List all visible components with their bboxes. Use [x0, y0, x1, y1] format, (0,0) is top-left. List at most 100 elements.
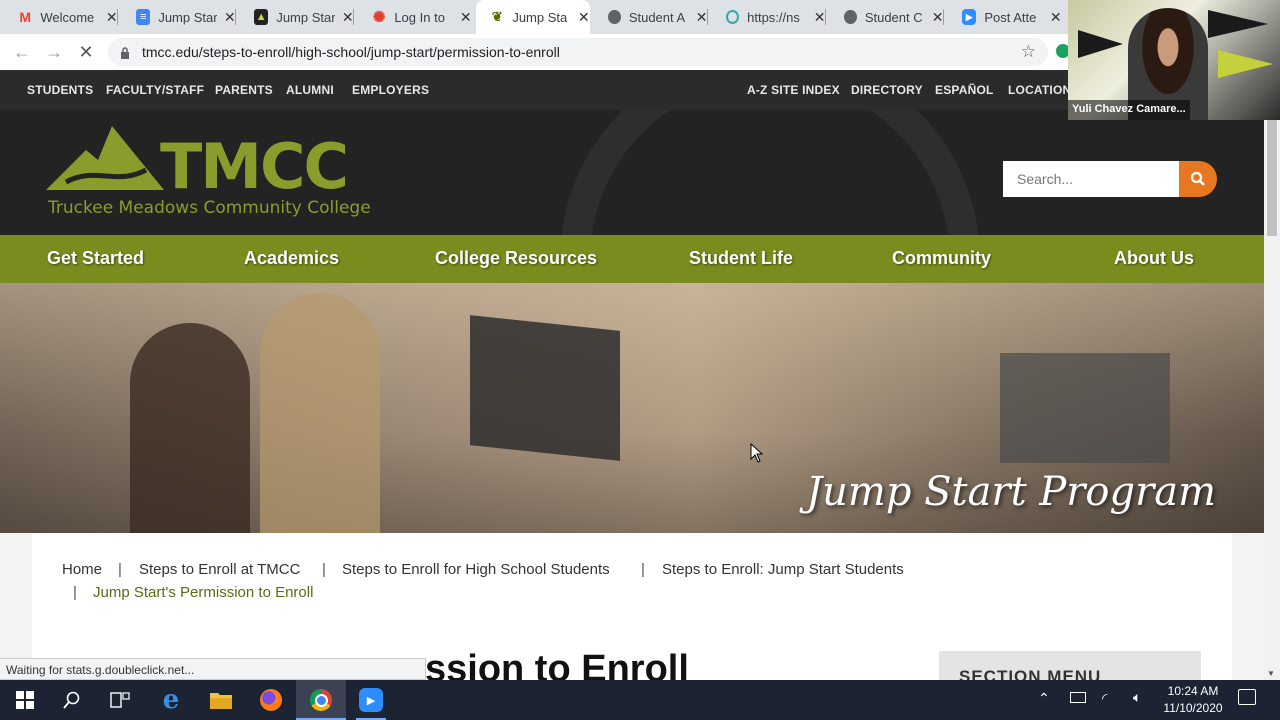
top-link-parents[interactable]: PARENTS [215, 83, 273, 97]
browser-tab[interactable]: Student A ✕ [590, 0, 708, 34]
close-icon[interactable]: ✕ [1049, 9, 1062, 26]
site-header: TMCC Truckee Meadows Community College [0, 110, 1264, 235]
canvas-icon: ✺ [372, 9, 386, 26]
video-call-thumbnail[interactable]: Yuli Chavez Camare... [1068, 0, 1280, 120]
top-link-az-index[interactable]: A-Z SITE INDEX [747, 83, 840, 97]
scroll-down-arrow-icon[interactable]: ▼ [1267, 669, 1275, 678]
hero-monitor-shape [1000, 353, 1170, 463]
browser-status-bar: Waiting for stats.g.doubleclick.net... [0, 658, 426, 680]
site-utility-bar: STUDENTS FACULTY/STAFF PARENTS ALUMNI EM… [0, 70, 1071, 110]
clock-time[interactable]: 10:24 AM [1158, 684, 1228, 698]
nav-community[interactable]: Community [892, 248, 991, 269]
url-text: tmcc.edu/steps-to-enroll/high-school/jum… [142, 44, 560, 60]
start-icon[interactable] [0, 680, 50, 720]
top-link-directory[interactable]: DIRECTORY [851, 83, 923, 97]
hero-person-shape [260, 293, 380, 533]
breadcrumb-high-school[interactable]: Steps to Enroll for High School Students [342, 561, 610, 578]
site-search-input[interactable] [1003, 161, 1179, 197]
college-seal-watermark [560, 110, 980, 235]
nav-college-resources[interactable]: College Resources [435, 248, 597, 269]
top-link-students[interactable]: STUDENTS [27, 83, 93, 97]
tab-title: Jump Star [276, 9, 336, 25]
browser-tab-active[interactable]: ❦ Jump Sta ✕ [476, 0, 590, 34]
hero-person-shape [130, 323, 250, 533]
volume-icon[interactable]: 🔈︎ [1133, 689, 1141, 706]
windows-taskbar: e ▶ ⌃ ◜ 🔈︎ 10:24 AM 11/10/2020 [0, 680, 1280, 720]
nav-get-started[interactable]: Get Started [47, 248, 144, 269]
tab-title: Jump Star [158, 9, 218, 25]
browser-tab[interactable]: ✺ Log In to ✕ [354, 0, 472, 34]
tmcc-icon: ❦ [491, 9, 503, 24]
close-icon[interactable]: ✕ [577, 9, 590, 26]
pennant-decoration [1078, 30, 1123, 58]
close-icon[interactable]: ✕ [459, 9, 472, 26]
zoom-icon[interactable]: ▶ [346, 680, 396, 720]
tab-title: Student C [864, 9, 923, 25]
chevron-up-icon[interactable]: ⌃ [1038, 690, 1050, 707]
top-link-faculty-staff[interactable]: FACULTY/STAFF [106, 83, 204, 97]
browser-tab[interactable]: ▲ Jump Star ✕ [236, 0, 354, 34]
tab-title: Welcome [40, 9, 95, 25]
nav-about-us[interactable]: About Us [1114, 248, 1194, 269]
nav-academics[interactable]: Academics [244, 248, 339, 269]
breadcrumb-separator: | [322, 561, 326, 578]
tab-title: Student A [628, 9, 686, 25]
hero-title: Jump Start Program [806, 469, 1216, 515]
wifi-icon[interactable]: ◜ [1102, 690, 1107, 707]
address-bar[interactable]: tmcc.edu/steps-to-enroll/high-school/jum… [108, 38, 1048, 66]
breadcrumb-jump-start-students[interactable]: Steps to Enroll: Jump Start Students [662, 561, 904, 578]
browser-tab[interactable]: https://ns ✕ [708, 0, 826, 34]
logo-subtitle: Truckee Meadows Community College [48, 198, 371, 218]
tab-title: Log In to [394, 9, 445, 25]
search-icon [1190, 171, 1205, 186]
page-scrollbar[interactable]: ▼ [1264, 110, 1280, 680]
search-icon[interactable] [47, 680, 97, 720]
logo-wordmark[interactable]: TMCC [160, 130, 349, 203]
file-explorer-icon[interactable] [196, 680, 246, 720]
breadcrumb-separator: | [73, 584, 77, 601]
browser-tab[interactable]: ▶ Post Atte ✕ [944, 0, 1062, 34]
nav-student-life[interactable]: Student Life [689, 248, 793, 269]
browser-tab[interactable]: ≡ Jump Star ✕ [118, 0, 236, 34]
mountain-logo-icon [46, 126, 164, 190]
gmail-icon: M [19, 9, 31, 25]
top-link-alumni[interactable]: ALUMNI [286, 83, 334, 97]
top-link-location[interactable]: LOCATION [1008, 83, 1071, 97]
browser-tab[interactable]: Student C ✕ [826, 0, 944, 34]
globe-icon [844, 10, 857, 24]
top-link-espanol[interactable]: ESPAÑOL [935, 83, 994, 97]
pennant-decoration [1208, 10, 1268, 38]
loading-icon [726, 10, 740, 24]
pennant-decoration [1218, 50, 1273, 78]
scrollbar-thumb[interactable] [1267, 116, 1277, 236]
lock-icon [120, 46, 130, 59]
mouse-cursor-icon [750, 443, 764, 463]
back-arrow-icon[interactable]: ← [12, 42, 32, 63]
clock-date[interactable]: 11/10/2020 [1158, 701, 1228, 715]
notifications-icon[interactable] [1238, 689, 1256, 705]
firefox-icon[interactable] [246, 680, 296, 720]
participant-name: Yuli Chavez Camare... [1068, 100, 1190, 120]
browser-tab[interactable]: M Welcome ✕ [0, 0, 118, 34]
breadcrumb-home[interactable]: Home [62, 561, 102, 578]
tab-title: Post Atte [984, 9, 1037, 25]
search-button[interactable] [1179, 161, 1217, 197]
hero-banner-image: Jump Start Program [0, 283, 1264, 533]
breadcrumb-steps-to-enroll[interactable]: Steps to Enroll at TMCC [139, 561, 300, 578]
top-link-employers[interactable]: EMPLOYERS [352, 83, 429, 97]
tab-title: Jump Sta [512, 9, 568, 25]
main-navigation: Get Started Academics College Resources … [0, 235, 1264, 283]
globe-icon [608, 10, 621, 24]
chrome-icon[interactable] [296, 680, 346, 720]
docs-icon: ≡ [136, 9, 151, 25]
tmcc-icon: ▲ [254, 9, 269, 25]
battery-icon[interactable] [1070, 692, 1086, 703]
task-view-icon[interactable] [95, 680, 145, 720]
hero-monitor-shape [470, 315, 620, 461]
edge-icon[interactable]: e [146, 680, 196, 720]
breadcrumb-current: Jump Start's Permission to Enroll [93, 584, 314, 601]
tab-title: https://ns [747, 9, 800, 25]
forward-arrow-icon[interactable]: → [44, 42, 64, 63]
stop-loading-icon[interactable]: ✕ [76, 42, 96, 63]
bookmark-star-icon[interactable]: ☆ [1021, 42, 1036, 62]
